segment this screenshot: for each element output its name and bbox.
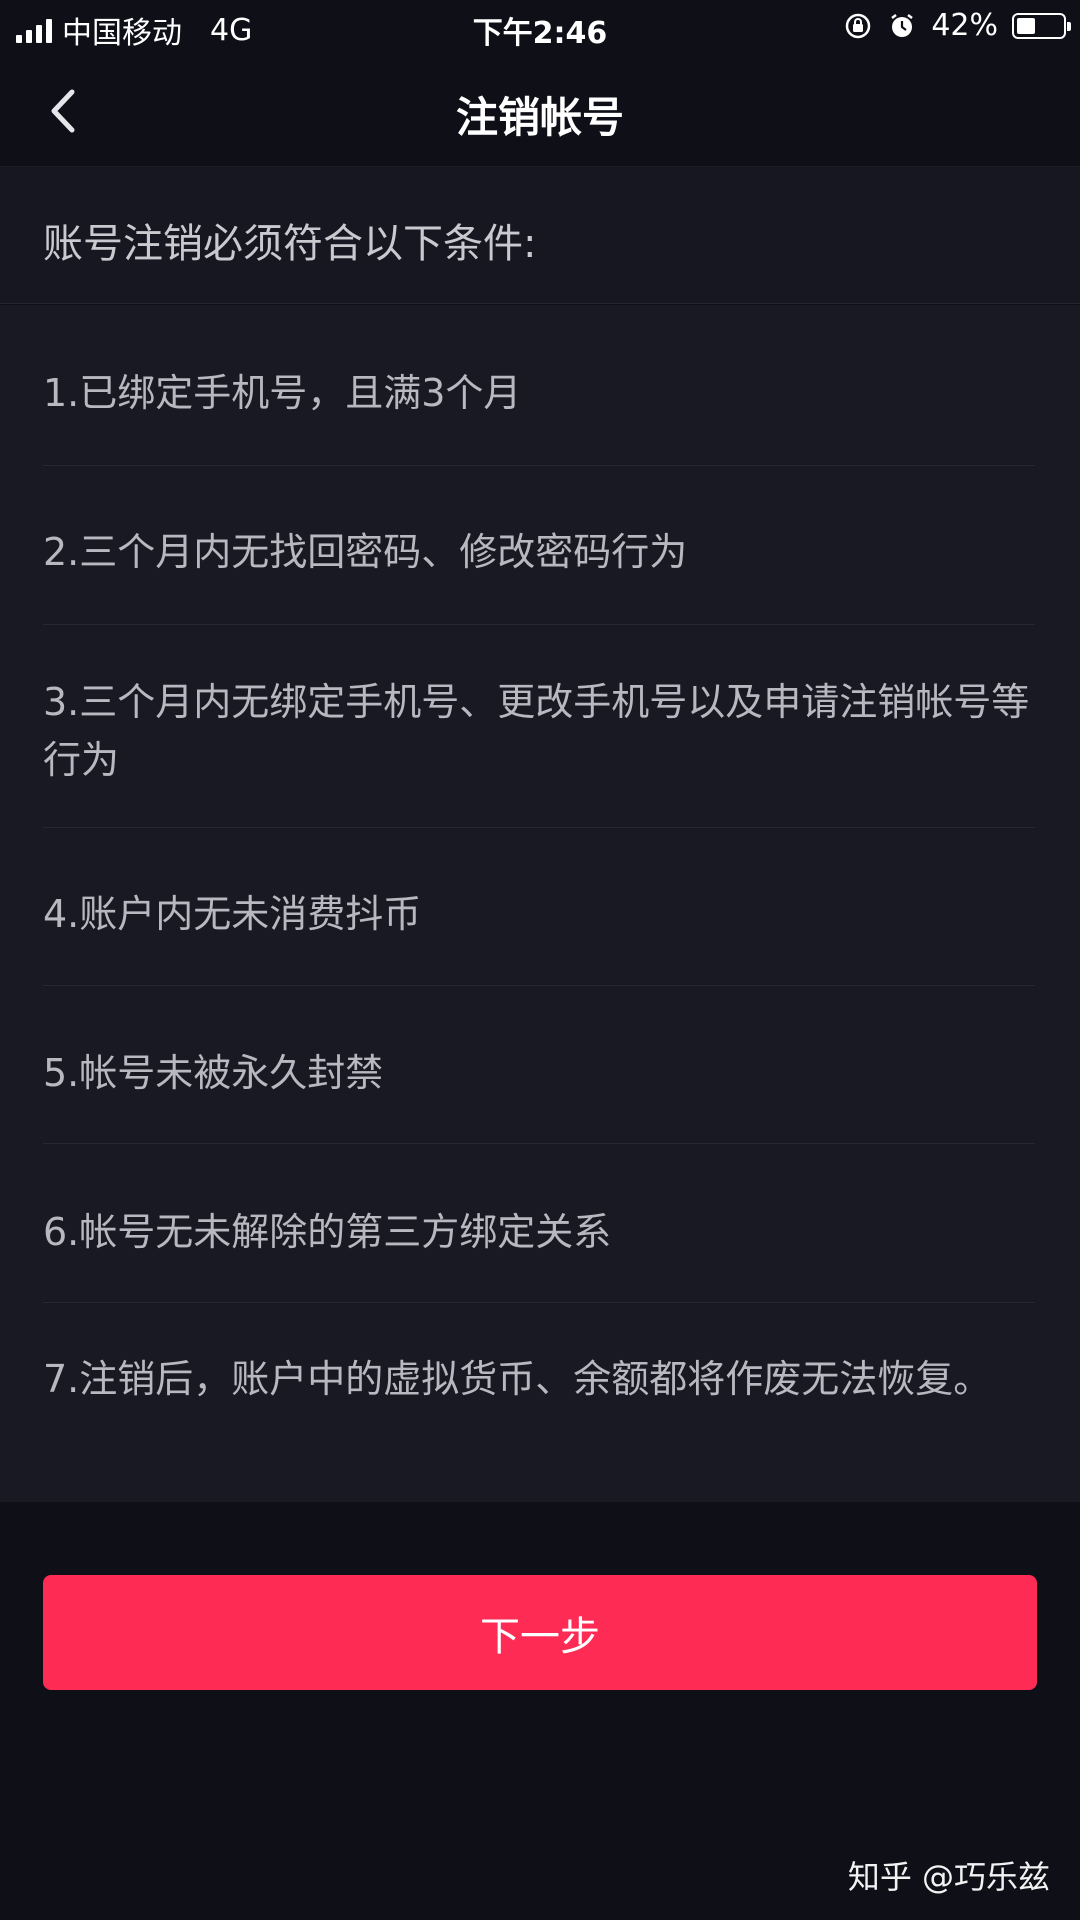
status-right: 42% (843, 8, 1071, 43)
condition-item: 1.已绑定手机号，且满3个月 (43, 371, 522, 415)
condition-item: 7.注销后，账户中的虚拟货币、余额都将作废无法恢复。 (43, 1357, 992, 1401)
page-title: 注销帐号 (455, 93, 624, 142)
divider (43, 827, 1035, 828)
conditions-header-text: 账号注销必须符合以下条件: (43, 221, 537, 267)
divider (43, 1143, 1035, 1144)
divider (43, 1302, 1035, 1303)
battery-icon (1012, 12, 1071, 39)
divider (43, 465, 1035, 466)
divider (43, 624, 1035, 625)
condition-item: 3.三个月内无绑定手机号、更改手机号以及申请注销帐号等行为 (43, 680, 1030, 782)
conditions-header: 账号注销必须符合以下条件: (0, 167, 1080, 304)
status-bar: 中国移动 4G 下午2:46 42% (0, 0, 1080, 56)
battery-fill (1017, 17, 1035, 34)
screen: 中国移动 4G 下午2:46 42% 注销帐号 账号注销必须符合以下条件: 1.… (0, 0, 1080, 1920)
next-step-button[interactable]: 下一步 (43, 1575, 1037, 1690)
battery-percent: 42% (931, 8, 998, 43)
nav-bar: 注销帐号 (0, 56, 1080, 167)
condition-item: 5.帐号未被永久封禁 (43, 1051, 384, 1095)
divider (43, 985, 1035, 986)
alarm-icon (891, 13, 914, 37)
condition-item: 2.三个月内无找回密码、修改密码行为 (43, 530, 688, 574)
watermark: 知乎 @巧乐兹 (847, 1858, 1050, 1896)
next-step-label: 下一步 (480, 1613, 600, 1660)
rotation-lock-icon (846, 13, 871, 38)
condition-item: 4.账户内无未消费抖币 (43, 892, 422, 936)
conditions-list: 1.已绑定手机号，且满3个月 2.三个月内无找回密码、修改密码行为 3.三个月内… (0, 305, 1080, 1502)
condition-item: 6.帐号无未解除的第三方绑定关系 (43, 1210, 612, 1254)
